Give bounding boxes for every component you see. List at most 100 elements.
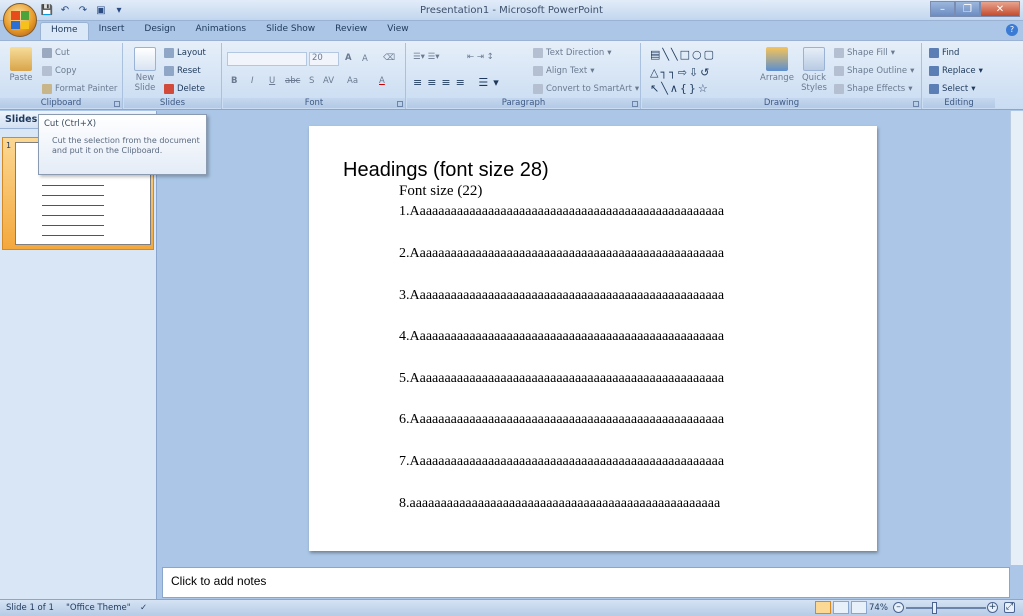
character-spacing-button[interactable]: AV [323,76,334,86]
shapes-gallery-row3[interactable]: ↖╲∧{}☆ [650,82,710,95]
font-name-dropdown[interactable] [227,52,307,66]
reset-button[interactable]: Reset [164,66,201,76]
shape-effects-icon [834,84,844,94]
grow-font-button[interactable]: A [345,53,352,63]
spell-check-icon[interactable]: ✓ [140,603,147,613]
slide-subheading[interactable]: Font size (22) [399,183,482,200]
format-painter-button[interactable]: Format Painter [42,84,117,94]
clipboard-group: Paste Cut Copy Format Painter Clipboard [0,43,123,109]
text-direction-button[interactable]: Text Direction ▾ [533,48,612,58]
slide-line[interactable]: 2.Aaaaaaaaaaaaaaaaaaaaaaaaaaaaaaaaaaaaaa… [399,246,724,262]
editing-group: Find Replace ▾ Select ▾ Editing [923,43,995,109]
convert-smartart-button[interactable]: Convert to SmartArt ▾ [533,84,639,94]
arrange-button[interactable]: Arrange [757,47,797,83]
zoom-level[interactable]: 74% [869,603,888,613]
italic-button[interactable]: I [251,76,254,86]
slide-line[interactable]: 7.Aaaaaaaaaaaaaaaaaaaaaaaaaaaaaaaaaaaaaa… [399,454,724,470]
clear-formatting-icon[interactable]: ⌫ [383,53,395,63]
font-size-dropdown[interactable]: 20 [309,52,339,66]
replace-label: Replace [942,66,976,76]
help-icon[interactable]: ? [1006,24,1018,36]
delete-button[interactable]: Delete [164,84,205,94]
shadow-button[interactable]: S [309,76,314,86]
notes-pane[interactable]: Click to add notes [162,567,1010,598]
tab-design[interactable]: Design [134,22,185,40]
window-title: Presentation1 - Microsoft PowerPoint [420,5,603,16]
bold-button[interactable]: B [231,76,237,86]
slide-line[interactable]: 8.aaaaaaaaaaaaaaaaaaaaaaaaaaaaaaaaaaaaaa… [399,496,720,512]
drawing-group-label: Drawing [642,98,921,108]
font-launcher-icon[interactable] [397,101,403,107]
shape-outline-button[interactable]: Shape Outline ▾ [834,66,914,76]
select-label: Select [942,84,969,94]
close-icon[interactable]: ✕ [980,1,1020,17]
replace-button[interactable]: Replace ▾ [929,66,983,76]
normal-view-icon[interactable] [815,601,831,614]
strikethrough-button[interactable]: abc [285,76,300,86]
bullets-button[interactable]: ☰▾ ☰▾ [413,52,439,62]
find-button[interactable]: Find [929,48,959,58]
tab-slide-show[interactable]: Slide Show [256,22,325,40]
shapes-gallery-row1[interactable]: ▤╲╲□○▢ [650,48,716,61]
zoom-slider-thumb[interactable] [932,602,937,614]
clipboard-launcher-icon[interactable] [114,101,120,107]
office-logo-grid [11,11,29,29]
paste-button[interactable]: Paste [4,47,38,83]
tab-insert[interactable]: Insert [89,22,135,40]
slide-heading[interactable]: Headings (font size 28) [343,159,549,182]
view-buttons [815,601,867,614]
vertical-scrollbar[interactable] [1010,111,1023,565]
office-logo-icon[interactable] [3,3,37,37]
quick-styles-label-2: Styles [801,83,827,93]
ribbon: Paste Cut Copy Format Painter Clipboard … [0,40,1023,110]
slide-line[interactable]: 4.Aaaaaaaaaaaaaaaaaaaaaaaaaaaaaaaaaaaaaa… [399,329,724,345]
copy-button[interactable]: Copy [42,66,77,76]
layout-button[interactable]: Layout [164,48,206,58]
slideshow-view-icon[interactable] [851,601,867,614]
text-direction-label: Text Direction [546,48,605,58]
minimize-icon[interactable]: – [930,1,955,17]
slide-line[interactable]: 5.Aaaaaaaaaaaaaaaaaaaaaaaaaaaaaaaaaaaaaa… [399,371,724,387]
indent-buttons[interactable]: ⇤ ⇥ ↕ [467,52,494,62]
slide-thumbnail-number: 1 [6,141,12,150]
select-button[interactable]: Select ▾ [929,84,976,94]
quick-styles-button[interactable]: Quick Styles [796,47,832,93]
align-text-icon [533,66,543,76]
tab-animations[interactable]: Animations [185,22,256,40]
alignment-buttons[interactable]: ≡≡≡≡ ☰▾ [413,76,504,89]
shapes-gallery-row2[interactable]: △┐┐⇨⇩↺ [650,66,711,79]
new-slide-button[interactable]: New Slide [128,47,162,93]
shape-effects-button[interactable]: Shape Effects ▾ [834,84,913,94]
underline-button[interactable]: U [269,76,275,86]
change-case-button[interactable]: Aa [347,76,358,86]
tab-home[interactable]: Home [40,22,89,40]
slide-line[interactable]: 6.Aaaaaaaaaaaaaaaaaaaaaaaaaaaaaaaaaaaaaa… [399,412,724,428]
zoom-out-icon[interactable]: – [893,602,904,613]
slide-line[interactable]: 3.Aaaaaaaaaaaaaaaaaaaaaaaaaaaaaaaaaaaaaa… [399,288,724,304]
slide-canvas[interactable]: Headings (font size 28) Font size (22) 1… [309,126,877,551]
slide-line[interactable]: 1.Aaaaaaaaaaaaaaaaaaaaaaaaaaaaaaaaaaaaaa… [399,204,724,220]
slide-sorter-view-icon[interactable] [833,601,849,614]
paragraph-group: ☰▾ ☰▾ ⇤ ⇥ ↕ Text Direction ▾ Align Text … [407,43,641,109]
cut-button[interactable]: Cut [42,48,70,58]
shape-fill-button[interactable]: Shape Fill ▾ [834,48,895,58]
copy-icon [42,66,52,76]
font-color-button[interactable]: A [379,76,385,86]
tab-review[interactable]: Review [325,22,377,40]
shrink-font-button[interactable]: A [362,54,368,64]
align-text-button[interactable]: Align Text ▾ [533,66,595,76]
tooltip-title: Cut (Ctrl+X) [44,119,97,129]
smartart-icon [533,84,543,94]
window-controls: – ❐ ✕ [930,1,1020,17]
status-bar: Slide 1 of 1 "Office Theme" ✓ 74% – + ⤢ [0,599,1023,616]
fit-to-window-icon[interactable]: ⤢ [1004,602,1015,613]
slide-editing-area: Headings (font size 28) Font size (22) 1… [158,111,1023,565]
paragraph-launcher-icon[interactable] [632,101,638,107]
tab-view[interactable]: View [377,22,418,40]
text-direction-icon [533,48,543,58]
restore-icon[interactable]: ❐ [955,1,980,17]
zoom-in-icon[interactable]: + [987,602,998,613]
shape-outline-label: Shape Outline [847,66,908,76]
drawing-launcher-icon[interactable] [913,101,919,107]
zoom-slider[interactable] [906,607,986,609]
